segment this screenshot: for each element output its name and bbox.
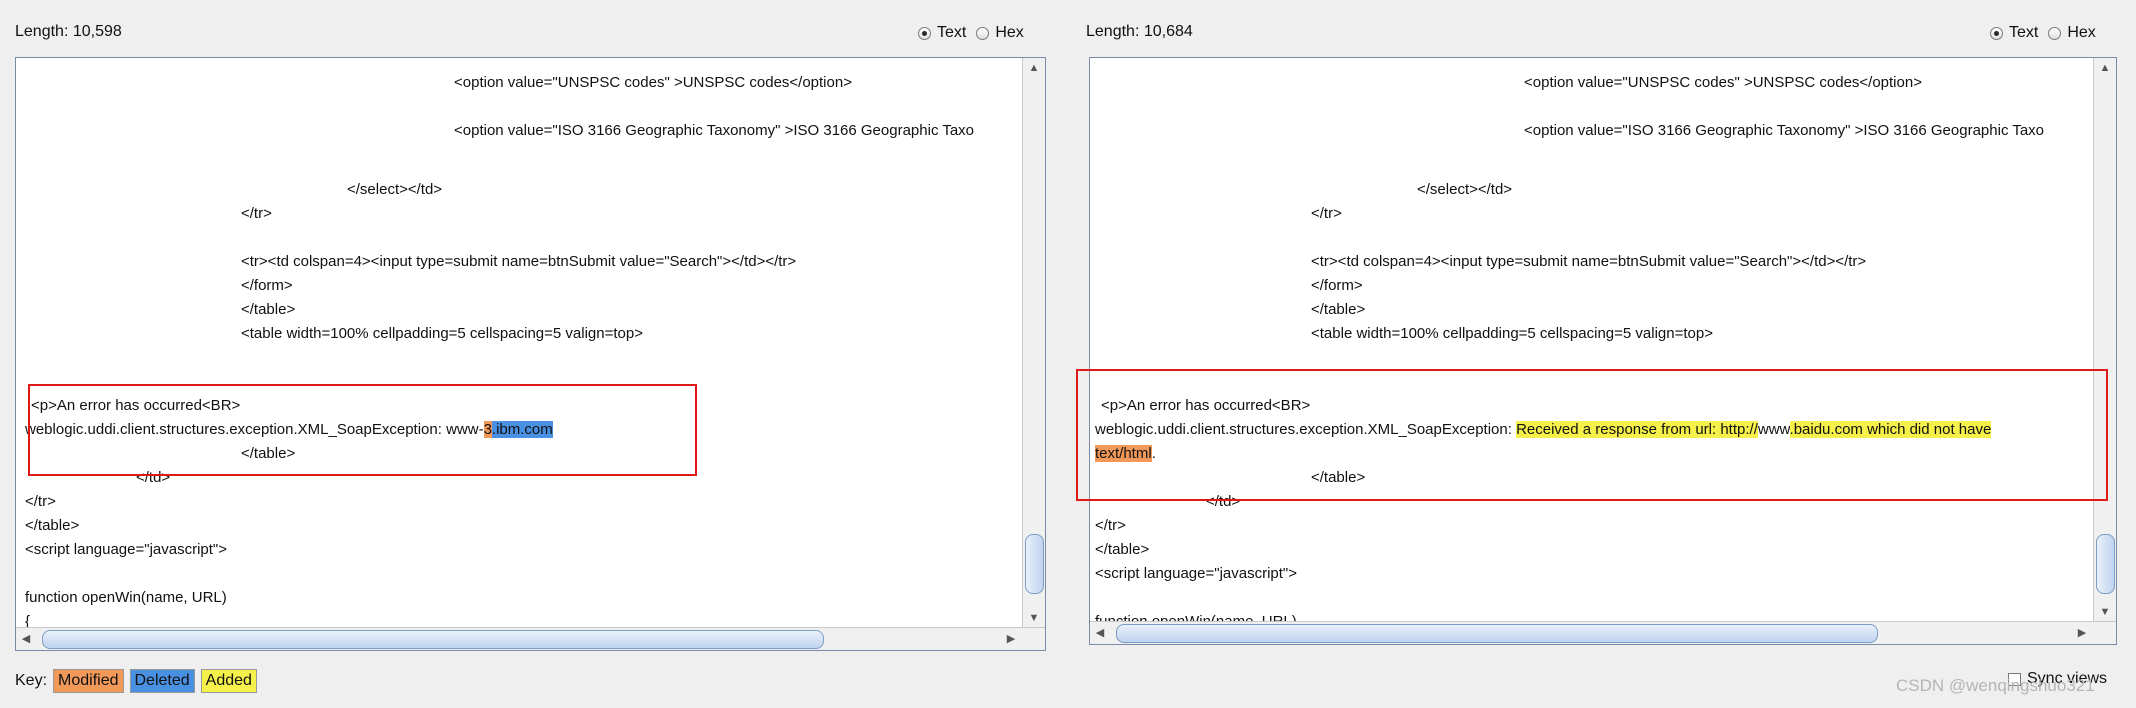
- code-line: </tr>: [1095, 517, 1126, 534]
- code-line: </tr>: [241, 205, 272, 222]
- text-mode-label[interactable]: Text: [937, 24, 966, 42]
- code-line: </form>: [1311, 277, 1363, 294]
- code-view[interactable]: <option value="UNSPSC codes" >UNSPSC cod…: [16, 58, 1021, 628]
- diff-highlight-box: [28, 384, 697, 476]
- vertical-scroll-thumb[interactable]: [2096, 534, 2115, 594]
- horizontal-scrollbar[interactable]: ◀ ▶: [1090, 621, 2116, 644]
- code-line: <table width=100% cellpadding=5 cellspac…: [241, 325, 643, 342]
- hex-mode-label[interactable]: Hex: [2067, 24, 2095, 42]
- hex-mode-radio[interactable]: [2048, 26, 2062, 40]
- code-line: </table>: [1095, 541, 1150, 558]
- hex-mode-label[interactable]: Hex: [995, 24, 1023, 42]
- vertical-scrollbar[interactable]: ▲ ▼: [1022, 58, 1045, 628]
- scroll-down-icon[interactable]: ▼: [2094, 602, 2116, 622]
- vertical-scroll-thumb[interactable]: [1025, 534, 1044, 594]
- code-line: <tr><td colspan=4><input type=submit nam…: [241, 253, 797, 270]
- scroll-left-icon[interactable]: ◀: [1090, 622, 1110, 644]
- horizontal-scrollbar[interactable]: ◀ ▶: [16, 627, 1045, 650]
- key-added: Added: [200, 669, 257, 693]
- response-text-area[interactable]: <option value="UNSPSC codes" >UNSPSC cod…: [1089, 57, 2117, 645]
- code-line: <option value="ISO 3166 Geographic Taxon…: [454, 122, 975, 139]
- code-line: <option value="UNSPSC codes" >UNSPSC cod…: [1524, 74, 1922, 91]
- length-label: Length: 10,684: [1086, 23, 1193, 40]
- diff-highlight-box: [1076, 369, 2108, 501]
- response-text-area[interactable]: <option value="UNSPSC codes" >UNSPSC cod…: [15, 57, 1046, 651]
- code-line: function openWin(name, URL): [25, 589, 227, 606]
- right-response-pane: Length: 10,684 Text Hex <option value="U…: [1072, 0, 2136, 708]
- code-line: </table>: [241, 301, 296, 318]
- code-view[interactable]: <option value="UNSPSC codes" >UNSPSC cod…: [1090, 58, 2092, 622]
- code-line: {: [25, 613, 31, 628]
- vertical-scrollbar[interactable]: ▲ ▼: [2093, 58, 2116, 622]
- scroll-down-icon[interactable]: ▼: [1023, 608, 1045, 628]
- code-line: <table width=100% cellpadding=5 cellspac…: [1311, 325, 1713, 342]
- hex-mode-radio[interactable]: [976, 26, 990, 40]
- key-modified: Modified: [53, 669, 124, 693]
- key-label: Key:: [15, 672, 48, 689]
- scroll-left-icon[interactable]: ◀: [16, 628, 36, 650]
- code-line: </select></td>: [1417, 181, 1513, 198]
- code-line: <script language="javascript">: [1095, 565, 1298, 582]
- code-line: </tr>: [25, 493, 56, 510]
- code-line: </tr>: [1311, 205, 1342, 222]
- scroll-right-icon[interactable]: ▶: [2072, 622, 2092, 644]
- key-deleted: Deleted: [129, 669, 195, 693]
- scroll-up-icon[interactable]: ▲: [2094, 58, 2116, 78]
- code-line: <tr><td colspan=4><input type=submit nam…: [1311, 253, 1867, 270]
- code-line: </table>: [1311, 301, 1366, 318]
- code-line: </table>: [25, 517, 80, 534]
- view-mode-group: Text Hex: [1990, 24, 2106, 42]
- code-line: </select></td>: [347, 181, 443, 198]
- text-mode-radio[interactable]: [918, 26, 931, 40]
- code-line: </form>: [241, 277, 293, 294]
- left-response-pane: Length: 10,598 Text Hex <option value="U…: [0, 0, 1060, 708]
- scroll-right-icon[interactable]: ▶: [1001, 628, 1021, 650]
- scroll-up-icon[interactable]: ▲: [1023, 58, 1045, 78]
- length-label: Length: 10,598: [15, 23, 122, 40]
- diff-key-legend: Key: Modified Deleted Added: [15, 669, 257, 693]
- code-line: <option value="UNSPSC codes" >UNSPSC cod…: [454, 74, 852, 91]
- watermark: CSDN @wenqingshuo321: [1896, 676, 2095, 695]
- text-mode-label[interactable]: Text: [2009, 24, 2038, 42]
- horizontal-scroll-thumb[interactable]: [1116, 624, 1878, 643]
- view-mode-group: Text Hex: [918, 24, 1034, 42]
- code-line: <option value="ISO 3166 Geographic Taxon…: [1524, 122, 2045, 139]
- horizontal-scroll-thumb[interactable]: [42, 630, 824, 649]
- text-mode-radio[interactable]: [1990, 26, 2003, 40]
- code-line: <script language="javascript">: [25, 541, 228, 558]
